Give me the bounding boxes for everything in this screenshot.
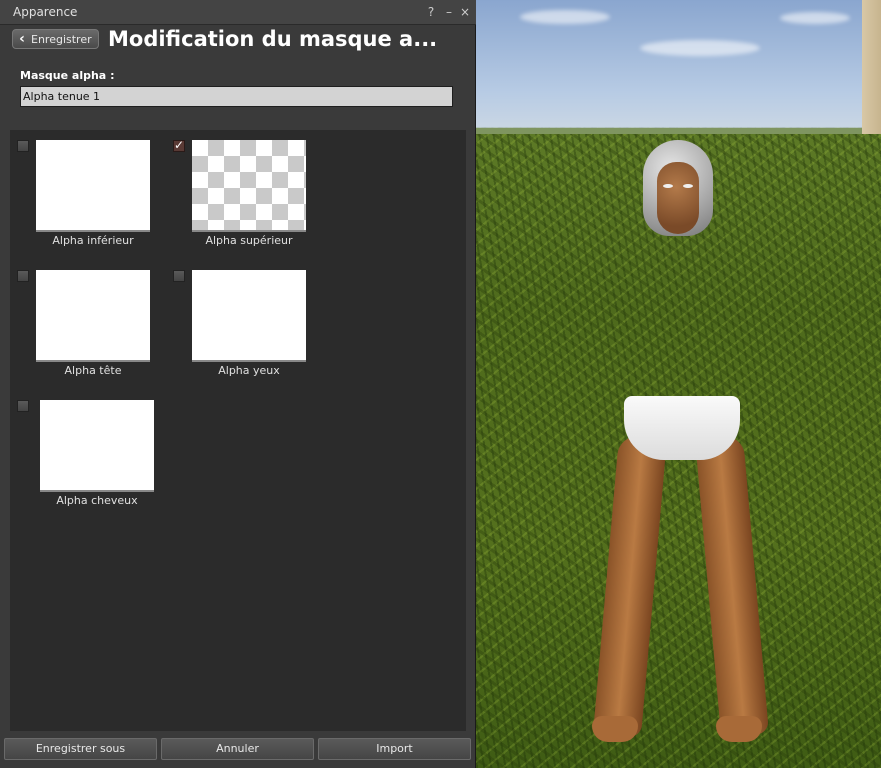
alpha-mask-name-input[interactable] xyxy=(20,86,453,107)
back-save-button[interactable]: ‹ Enregistrer xyxy=(12,29,99,49)
alpha-eyes-texture[interactable] xyxy=(192,270,306,362)
checkmark-icon: ✓ xyxy=(174,138,185,152)
avatar-face xyxy=(657,162,699,234)
avatar-head[interactable] xyxy=(643,140,713,240)
close-icon[interactable]: × xyxy=(458,4,472,20)
alpha-item-upper: ✓ Alpha supérieur xyxy=(166,130,316,250)
back-save-label: Enregistrer xyxy=(31,32,92,46)
wooden-post xyxy=(862,0,881,134)
avatar-eye xyxy=(683,184,693,188)
alpha-item-eyes: Alpha yeux xyxy=(166,260,316,380)
save-as-button[interactable]: Enregistrer sous xyxy=(4,738,157,760)
alpha-hair-checkbox[interactable] xyxy=(17,400,29,412)
import-button[interactable]: Import xyxy=(318,738,471,760)
alpha-upper-label: Alpha supérieur xyxy=(205,234,293,247)
alpha-hair-texture[interactable] xyxy=(40,400,154,492)
alpha-item-lower: Alpha inférieur xyxy=(10,130,160,250)
avatar-leg-left xyxy=(593,434,667,738)
avatar-foot-left xyxy=(592,716,638,742)
alpha-hair-label: Alpha cheveux xyxy=(56,494,138,507)
alpha-list-panel: Alpha inférieur ✓ Alpha supérieur Alpha … xyxy=(10,130,466,731)
alpha-head-texture[interactable] xyxy=(36,270,150,362)
help-icon[interactable]: ? xyxy=(424,4,438,20)
alpha-lower-texture[interactable] xyxy=(36,140,150,232)
alpha-head-checkbox[interactable] xyxy=(17,270,29,282)
avatar-leg-right xyxy=(695,434,769,738)
panel-title: Modification du masque a... xyxy=(108,27,438,51)
alpha-mask-label: Masque alpha : xyxy=(20,69,115,82)
alpha-upper-texture[interactable] xyxy=(192,140,306,232)
avatar-body[interactable] xyxy=(592,396,769,746)
alpha-item-hair: Alpha cheveux xyxy=(10,390,160,510)
cloud xyxy=(520,10,610,24)
cloud xyxy=(640,40,760,56)
window-title: Apparence xyxy=(13,5,78,19)
title-bar[interactable]: Apparence ? – × xyxy=(0,0,476,25)
avatar-briefs xyxy=(624,396,740,460)
alpha-lower-label: Alpha inférieur xyxy=(52,234,134,247)
alpha-eyes-label: Alpha yeux xyxy=(218,364,280,377)
avatar-foot-right xyxy=(716,716,762,742)
alpha-item-head: Alpha tête xyxy=(10,260,160,380)
avatar-eye xyxy=(663,184,673,188)
appearance-floater: Apparence ? – × ‹ Enregistrer Modificati… xyxy=(0,0,476,768)
chevron-left-icon: ‹ xyxy=(19,31,25,47)
horizon xyxy=(476,128,881,134)
alpha-upper-checkbox[interactable]: ✓ xyxy=(173,138,185,152)
cancel-button[interactable]: Annuler xyxy=(161,738,314,760)
cloud xyxy=(780,12,850,24)
minimize-icon[interactable]: – xyxy=(442,4,456,20)
alpha-head-label: Alpha tête xyxy=(64,364,122,377)
alpha-lower-checkbox[interactable] xyxy=(17,140,29,152)
alpha-eyes-checkbox[interactable] xyxy=(173,270,185,282)
